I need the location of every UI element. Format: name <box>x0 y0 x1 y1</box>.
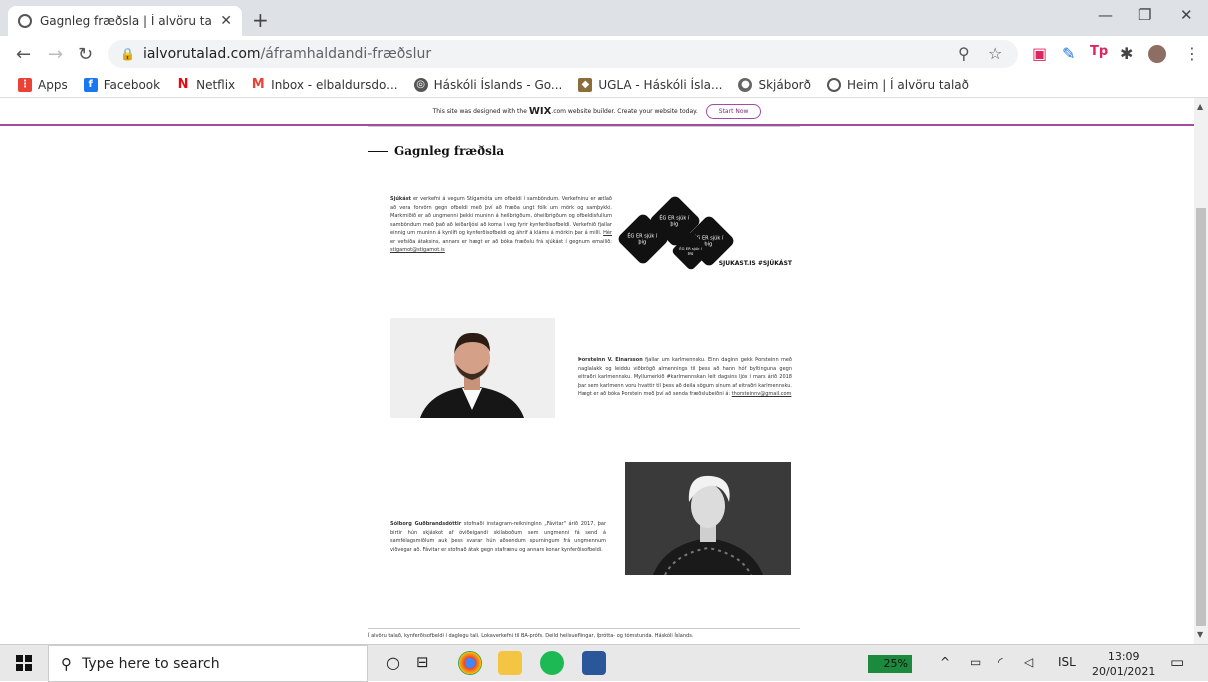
menu-kebab-icon[interactable]: ⋮ <box>1184 44 1200 63</box>
extension-pen-icon[interactable]: ✎ <box>1062 44 1075 63</box>
scrollbar-thumb[interactable] <box>1196 208 1206 626</box>
windows-taskbar: ⚲ Type here to search ○ ⊟ 25% ^ ▭ ◜ ◁ IS… <box>0 644 1208 682</box>
bookmark-star-icon[interactable]: ☆ <box>988 44 1002 63</box>
apps-grid-icon: ⋮ <box>18 77 32 92</box>
sjukast-link[interactable]: Hér <box>603 230 612 236</box>
bookmark-facebook[interactable]: f Facebook <box>83 77 160 92</box>
hearts-caption: SJUKAST.IS #SJÚKÁST <box>718 260 792 267</box>
bookmarks-bar: ⋮ Apps f Facebook N Netflix M Inbox - elbald… <box>0 72 1208 98</box>
file-explorer-icon[interactable] <box>498 651 522 675</box>
facebook-icon: f <box>83 77 98 92</box>
thorsteinn-paragraph: Þorsteinn V. Einarsson fjallar um karlme… <box>578 357 792 397</box>
extension-video-icon[interactable]: ▣ <box>1032 44 1047 63</box>
url-host: ialvorutalad.com <box>142 46 261 62</box>
solborg-paragraph: Sólborg Guðbrandsdóttir stofnaði instagr… <box>390 521 607 553</box>
bookmark-skjabord[interactable]: ● Skjáborð <box>738 77 811 92</box>
search-placeholder: Type here to search <box>82 655 220 672</box>
zoom-icon[interactable]: ⚲ <box>958 44 970 63</box>
page-viewport: This site was designed with the WIX .com … <box>0 98 1194 644</box>
clock-time: 13:09 <box>1107 650 1140 663</box>
windows-start-icon[interactable] <box>16 655 32 671</box>
gmail-icon: M <box>251 76 265 92</box>
taskbar-clock[interactable]: 13:09 20/01/2021 <box>1092 649 1155 679</box>
top-divider <box>368 126 800 127</box>
active-tab[interactable]: Gagnleg fræðsla | Í alvöru talað ✕ <box>8 6 242 36</box>
battery-indicator[interactable]: 25% <box>868 655 912 673</box>
thorsteinn-email-link[interactable]: thorsteinnv@gmail.com <box>732 391 792 397</box>
search-icon: ⚲ <box>61 654 72 673</box>
page-title: Gagnleg fræðsla <box>394 144 505 158</box>
globe-icon <box>826 77 841 92</box>
wix-logo: WIX <box>528 105 552 117</box>
forward-icon[interactable]: → <box>48 44 63 65</box>
new-tab-button[interactable]: + <box>252 8 269 32</box>
wifi-icon[interactable]: ◜ <box>998 655 1003 669</box>
taskbar-search-box[interactable]: ⚲ Type here to search <box>48 645 368 682</box>
ugla-icon: ◆ <box>578 77 593 92</box>
minimize-icon[interactable]: — <box>1098 6 1113 24</box>
bookmark-heim[interactable]: Heim | Í alvöru talað <box>826 77 969 92</box>
spotify-icon[interactable] <box>540 651 564 675</box>
address-bar[interactable]: 🔒 ialvorutalad.com/áframhaldandi-fræðslu… <box>108 40 1018 68</box>
profile-avatar[interactable] <box>1148 45 1166 63</box>
show-hidden-icons-icon[interactable]: ^ <box>940 655 950 669</box>
sjukast-email-link[interactable]: stigamot@stigamot.is <box>390 247 445 253</box>
scroll-down-icon[interactable]: ▼ <box>1197 630 1203 639</box>
notifications-icon[interactable]: ▭ <box>1170 653 1184 671</box>
tab-title: Gagnleg fræðsla | Í alvöru talað <box>40 14 213 28</box>
browser-toolbar: ← → ↻ 🔒 ialvorutalad.com/áframhaldandi-f… <box>0 36 1208 72</box>
tab-close-icon[interactable]: ✕ <box>220 13 232 29</box>
back-icon[interactable]: ← <box>16 44 31 65</box>
wix-banner: This site was designed with the WIX .com … <box>0 98 1194 126</box>
solborg-photo <box>625 462 791 575</box>
netflix-icon: N <box>177 76 189 92</box>
battery-tray-icon[interactable]: ▭ <box>970 655 981 669</box>
tab-favicon-icon <box>18 14 32 28</box>
restore-icon[interactable]: ❐ <box>1138 6 1151 24</box>
sjukast-paragraph: Sjúkást er verkefni á vegum Stígamóta um… <box>390 196 612 253</box>
cortana-icon[interactable]: ○ <box>386 653 400 672</box>
bookmark-haskoli[interactable]: ◎ Háskóli Íslands - Go... <box>413 77 562 92</box>
skjabord-icon: ● <box>738 77 753 92</box>
sjukast-hearts-image: ÉG ER sjúk í þig ÉG ER sjúk í þig ÉG ER … <box>616 194 792 272</box>
page-scrollbar[interactable]: ▲ ▼ <box>1194 98 1208 644</box>
scroll-up-icon[interactable]: ▲ <box>1197 102 1203 111</box>
url-path: /áframhaldandi-fræðslur <box>260 46 432 62</box>
thorsteinn-photo <box>390 318 555 418</box>
bookmark-inbox[interactable]: M Inbox - elbaldursdo... <box>251 76 398 92</box>
bookmark-ugla[interactable]: ◆ UGLA - Háskóli Ísla... <box>578 77 722 92</box>
bookmark-netflix[interactable]: N Netflix <box>176 76 236 92</box>
word-icon[interactable] <box>582 651 606 675</box>
task-view-icon[interactable]: ⊟ <box>416 653 429 671</box>
heading-line <box>368 150 388 152</box>
page-footer: Í alvöru talað, kynferðisofbeldi í dagle… <box>368 633 694 639</box>
extension-tp-icon[interactable]: Tp <box>1090 44 1108 59</box>
reload-icon[interactable]: ↻ <box>78 44 93 65</box>
globe-icon: ◎ <box>413 77 428 92</box>
volume-icon[interactable]: ◁ <box>1024 655 1033 669</box>
wix-banner-text-2: .com website builder. Create your websit… <box>551 107 698 115</box>
chrome-taskbar-icon[interactable] <box>458 651 482 675</box>
clock-date: 20/01/2021 <box>1092 665 1156 678</box>
close-window-icon[interactable]: ✕ <box>1180 6 1193 24</box>
language-indicator[interactable]: ISL <box>1058 655 1076 669</box>
extensions-puzzle-icon[interactable]: ✱ <box>1120 44 1133 63</box>
page-heading: Gagnleg fræðsla <box>368 144 504 158</box>
lock-icon: 🔒 <box>120 47 135 61</box>
wix-banner-text: This site was designed with the <box>432 107 527 115</box>
bookmark-apps[interactable]: ⋮ Apps <box>18 77 68 92</box>
footer-divider <box>368 628 800 629</box>
wix-start-now-button[interactable]: Start Now <box>705 103 762 119</box>
